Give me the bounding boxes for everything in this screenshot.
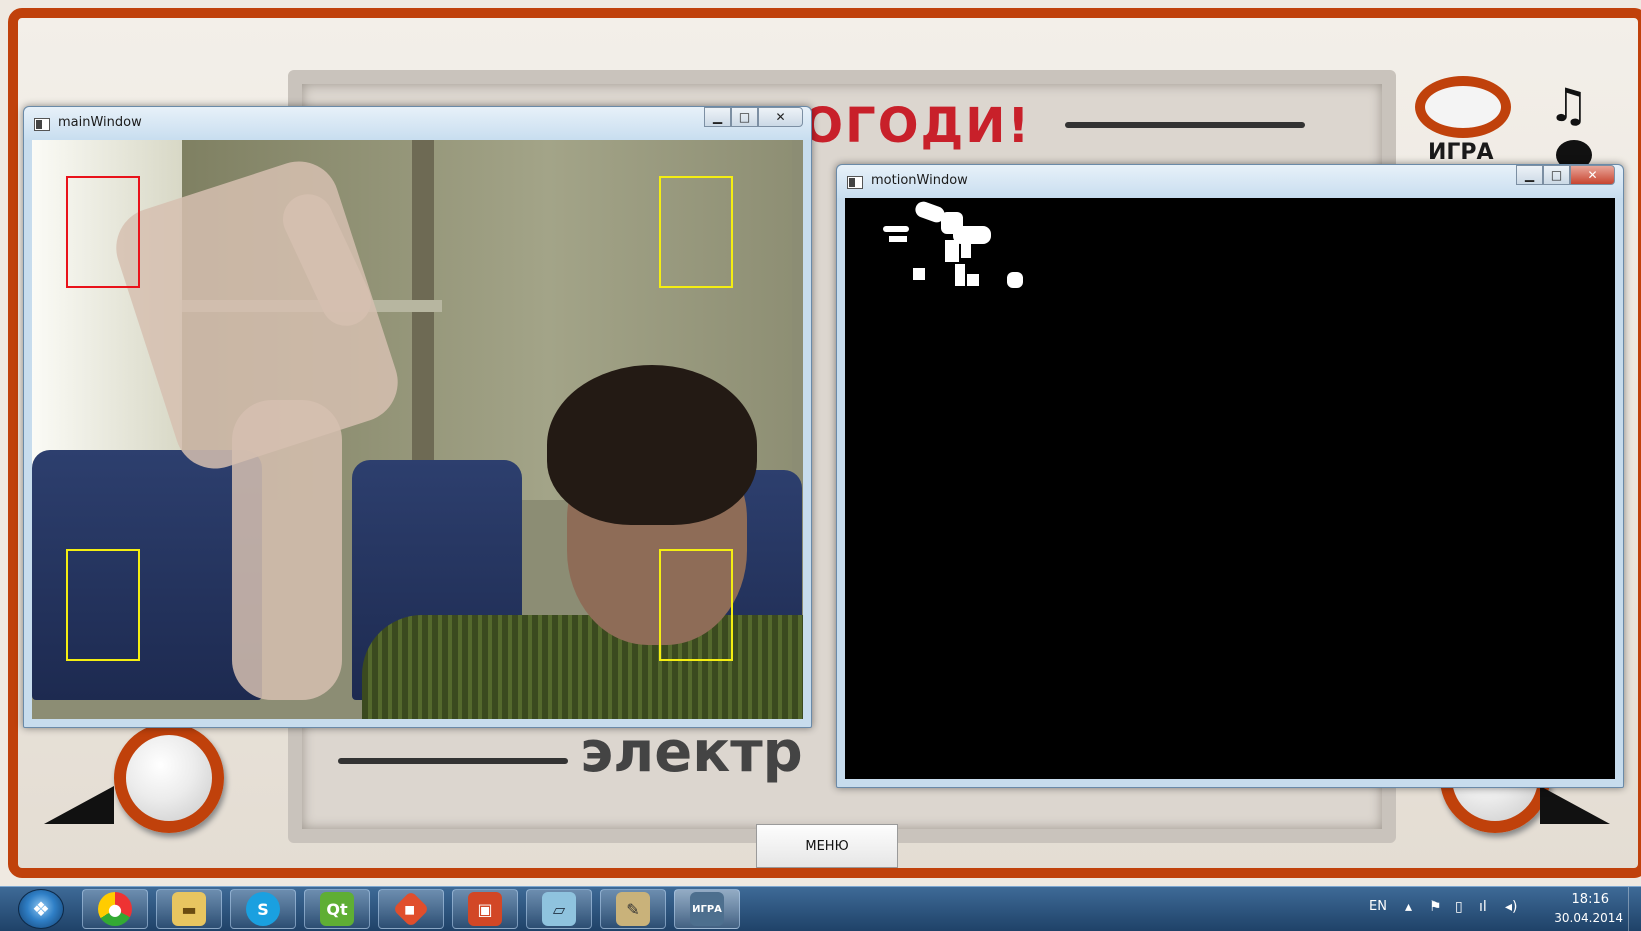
bottom-line-left <box>338 758 568 764</box>
motion-window[interactable]: motionWindow ▁ □ ✕ <box>836 164 1624 788</box>
show-desktop-button[interactable] <box>1628 887 1641 931</box>
close-button[interactable]: ✕ <box>758 107 803 127</box>
taskbar-explorer[interactable]: ▬ <box>156 889 222 929</box>
maximize-button[interactable]: □ <box>731 107 758 127</box>
clock-date[interactable]: 30.04.2014 <box>1554 911 1623 925</box>
taskbar-igra[interactable]: ИГРА <box>674 889 740 929</box>
show-hidden-icons-icon[interactable]: ▴ <box>1405 899 1412 915</box>
motion-blob <box>913 268 925 280</box>
maximize-button[interactable]: □ <box>1543 165 1570 185</box>
battery-icon[interactable]: ▯ <box>1455 899 1463 915</box>
motion-blob <box>1007 272 1023 288</box>
motion-blob <box>889 236 907 242</box>
motion-window-titlebar[interactable]: motionWindow ▁ □ ✕ <box>837 165 1623 198</box>
close-button[interactable]: ✕ <box>1570 165 1615 185</box>
motion-blob <box>955 264 965 286</box>
clock-time[interactable]: 18:16 <box>1572 892 1609 907</box>
game-mode-label: ИГРА <box>1428 140 1494 165</box>
left-game-button[interactable] <box>114 723 224 833</box>
window-app-icon <box>847 176 863 189</box>
chrome-icon: ● <box>98 892 132 926</box>
taskbar-skype[interactable]: S <box>230 889 296 929</box>
skype-icon: S <box>246 892 280 926</box>
motion-zone-bottom-right <box>659 549 733 661</box>
motion-blob <box>945 240 959 262</box>
motion-blob <box>883 226 909 232</box>
taskbar-paint[interactable]: ✎ <box>600 889 666 929</box>
presentation-icon: ▣ <box>468 892 502 926</box>
person-body <box>362 615 803 719</box>
main-window[interactable]: mainWindow ▁ □ ✕ <box>23 106 812 728</box>
taskbar-notebook[interactable]: ▱ <box>526 889 592 929</box>
motion-view <box>845 198 1615 779</box>
motion-blob <box>967 274 979 286</box>
right-arrow-icon <box>1540 786 1610 824</box>
person-hair <box>547 365 757 525</box>
taskbar-git[interactable]: ◆ <box>378 889 444 929</box>
music-note-icon[interactable]: ♫ <box>1548 82 1589 128</box>
menu-button[interactable]: МЕНЮ <box>756 824 898 868</box>
minimize-button[interactable]: ▁ <box>1516 165 1543 185</box>
left-arrow-icon <box>44 786 114 824</box>
window-app-icon <box>34 118 50 131</box>
paint-icon: ✎ <box>616 892 650 926</box>
motion-zone-top-left <box>66 176 140 288</box>
language-indicator[interactable]: EN <box>1369 899 1387 914</box>
arm <box>232 400 342 700</box>
motion-zone-bottom-left <box>66 549 140 661</box>
folder-icon: ▬ <box>172 892 206 926</box>
game-icon: ИГРА <box>690 892 724 926</box>
git-icon: ◆ <box>392 890 430 928</box>
top-line-right <box>1065 122 1305 128</box>
camera-view <box>32 140 803 719</box>
qt-icon: Qt <box>320 892 354 926</box>
taskbar-chrome[interactable]: ● <box>82 889 148 929</box>
network-signal-icon[interactable]: ıl <box>1479 899 1487 915</box>
main-window-title: mainWindow <box>58 115 142 130</box>
minimize-button[interactable]: ▁ <box>704 107 731 127</box>
volume-icon[interactable]: ◂) <box>1505 899 1518 915</box>
game-mode-button[interactable] <box>1415 76 1511 138</box>
taskbar-qt[interactable]: Qt <box>304 889 370 929</box>
game-brand-text: электр <box>580 720 803 785</box>
notebook-icon: ▱ <box>542 892 576 926</box>
motion-window-title: motionWindow <box>871 173 968 188</box>
taskbar: ❖ ● ▬ S Qt ◆ ▣ ▱ ✎ ИГРА EN ▴ ⚑ ▯ ıl ◂) 1… <box>0 886 1641 931</box>
start-button[interactable]: ❖ <box>18 889 64 929</box>
windows-logo-icon: ❖ <box>32 897 50 921</box>
motion-blob <box>961 244 971 258</box>
system-tray: EN ▴ ⚑ ▯ ıl ◂) 18:16 30.04.2014 <box>1351 887 1641 931</box>
motion-zone-top-right <box>659 176 733 288</box>
action-center-flag-icon[interactable]: ⚑ <box>1429 899 1442 915</box>
main-window-titlebar[interactable]: mainWindow ▁ □ ✕ <box>24 107 811 140</box>
taskbar-powerpoint[interactable]: ▣ <box>452 889 518 929</box>
